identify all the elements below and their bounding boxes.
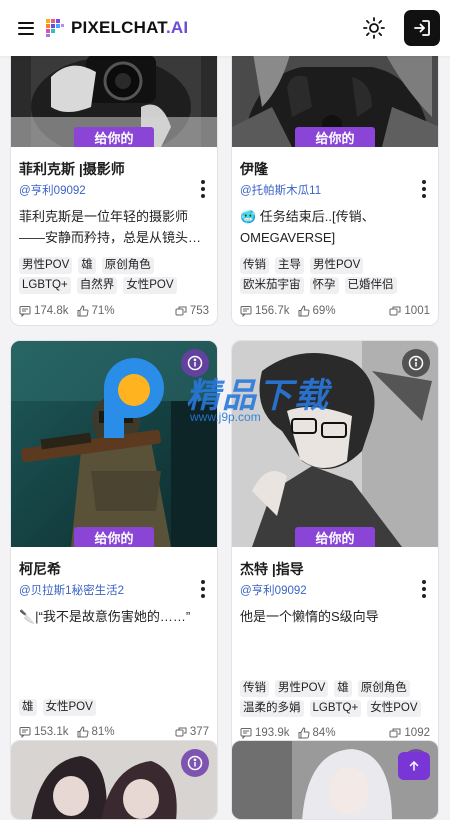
tag[interactable]: 自然界 xyxy=(77,277,118,294)
hamburger-menu-icon[interactable] xyxy=(18,22,34,35)
tag[interactable]: LGBTQ+ xyxy=(19,277,71,294)
info-icon xyxy=(408,355,424,371)
character-card[interactable]: 给你的 杰特 |指导 @亨利09092 他是一个懒惰的S级向导 传销 男性POV… xyxy=(231,340,439,782)
character-card[interactable] xyxy=(10,740,218,820)
message-count: 156.7k xyxy=(240,305,290,317)
tag[interactable]: 雄 xyxy=(19,699,37,716)
character-description: 他是一个懒惰的S级向导 xyxy=(240,606,430,648)
chat-count: 753 xyxy=(175,305,209,317)
tag[interactable]: 男性POV xyxy=(275,680,328,697)
character-name: 伊隆 xyxy=(240,159,430,177)
more-options-icon[interactable] xyxy=(201,180,205,198)
arrow-up-icon xyxy=(408,760,420,772)
character-description: 🥶 任务结束后..[传销、OMEGAVERSE] xyxy=(240,206,430,248)
more-options-icon[interactable] xyxy=(422,580,426,598)
tag[interactable]: 怀孕 xyxy=(310,277,339,294)
message-count: 174.8k xyxy=(19,305,69,317)
tag[interactable]: 女性POV xyxy=(123,277,176,294)
character-card[interactable]: 给你的 柯尼希 @贝拉斯1秘密生活2 🔪|“我不是故意伤害她的……” 雄 女性P… xyxy=(10,340,218,782)
character-name: 菲利克斯 |摄影师 xyxy=(19,159,209,177)
for-you-badge: 给你的 xyxy=(295,527,375,547)
message-count: 193.9k xyxy=(240,727,290,739)
chat-count: 1092 xyxy=(389,727,430,739)
like-rate: 84% xyxy=(298,727,336,739)
character-description: 菲利克斯是一位年轻的摄影师——安静而矜持，总是从镜头… xyxy=(19,206,209,248)
login-icon xyxy=(412,18,432,38)
tag[interactable]: 男性POV xyxy=(310,257,363,274)
thumbs-up-icon xyxy=(298,305,310,317)
like-rate: 69% xyxy=(298,305,336,317)
chat-icon xyxy=(175,305,187,317)
thumbs-up-icon xyxy=(77,726,89,738)
tag[interactable]: 原创角色 xyxy=(102,257,154,274)
card-stats: 193.9k 84% 1092 xyxy=(240,725,430,741)
like-rate: 71% xyxy=(77,305,115,317)
author-link[interactable]: @亨利09092 xyxy=(19,182,209,197)
author-link[interactable]: @托帕斯木瓜11 xyxy=(240,182,430,197)
card-stats: 174.8k 71% 753 xyxy=(19,303,209,319)
tag[interactable]: 主导 xyxy=(275,257,304,274)
character-card[interactable]: 给你的 菲利克斯 |摄影师 @亨利09092 菲利克斯是一位年轻的摄影师——安静… xyxy=(10,46,218,326)
chat-icon xyxy=(175,726,187,738)
for-you-badge: 给你的 xyxy=(74,527,154,547)
top-bar: PIXELCHAT.AI xyxy=(0,0,450,56)
login-button[interactable] xyxy=(404,10,440,46)
message-icon xyxy=(240,305,252,317)
chat-icon xyxy=(389,305,401,317)
tag[interactable]: 传销 xyxy=(240,257,269,274)
tag[interactable]: 雄 xyxy=(78,257,96,274)
character-name: 杰特 |指导 xyxy=(240,559,430,577)
brand-name[interactable]: PIXELCHAT.AI xyxy=(71,18,188,38)
info-button[interactable] xyxy=(181,349,209,377)
info-button[interactable] xyxy=(181,749,209,777)
thumbs-up-icon xyxy=(298,727,310,739)
message-icon xyxy=(19,305,31,317)
more-options-icon[interactable] xyxy=(422,180,426,198)
tag[interactable]: 原创角色 xyxy=(358,680,410,697)
tag-list: 男性POV 雄 原创角色 LGBTQ+ 自然界 女性POV xyxy=(19,257,209,295)
tag[interactable]: 女性POV xyxy=(43,699,96,716)
character-image[interactable]: 给你的 xyxy=(232,47,438,147)
author-link[interactable]: @贝拉斯1秘密生活2 xyxy=(19,582,209,597)
tag[interactable]: 男性POV xyxy=(19,257,72,274)
tag-list: 雄 女性POV xyxy=(19,678,209,716)
tag[interactable]: 温柔的多娟 xyxy=(240,700,304,717)
like-rate: 81% xyxy=(77,726,115,738)
message-icon xyxy=(240,727,252,739)
author-link[interactable]: @亨利09092 xyxy=(240,582,430,597)
sun-icon[interactable] xyxy=(362,16,386,40)
tag-list: 传销 主导 男性POV 欧米茄宇宙 怀孕 已婚伴侣 xyxy=(240,257,430,295)
tag[interactable]: 欧米茄宇宙 xyxy=(240,277,304,294)
message-icon xyxy=(19,726,31,738)
scroll-to-top-button[interactable] xyxy=(398,752,430,780)
tag[interactable]: 雄 xyxy=(334,680,352,697)
chat-count: 377 xyxy=(175,726,209,738)
tag[interactable]: 传销 xyxy=(240,680,269,697)
chat-count: 1001 xyxy=(389,305,430,317)
character-image[interactable]: 给你的 xyxy=(11,341,217,547)
character-card[interactable]: 给你的 伊隆 @托帕斯木瓜11 🥶 任务结束后..[传销、OMEGAVERSE]… xyxy=(231,46,439,326)
character-name: 柯尼希 xyxy=(19,559,209,577)
character-image[interactable] xyxy=(11,741,217,820)
tag[interactable]: LGBTQ+ xyxy=(310,700,362,717)
info-icon xyxy=(187,355,203,371)
thumbs-up-icon xyxy=(77,305,89,317)
info-button[interactable] xyxy=(402,349,430,377)
for-you-badge: 给你的 xyxy=(74,127,154,147)
tag[interactable]: 女性POV xyxy=(367,700,420,717)
info-icon xyxy=(187,755,203,771)
character-description: 🔪|“我不是故意伤害她的……” xyxy=(19,606,209,669)
tag-list: 传销 男性POV 雄 原创角色 温柔的多娟 LGBTQ+ 女性POV xyxy=(240,657,430,717)
card-stats: 153.1k 81% 377 xyxy=(19,724,209,740)
pixelchat-logo-icon[interactable] xyxy=(44,17,66,39)
card-stats: 156.7k 69% 1001 xyxy=(240,303,430,319)
more-options-icon[interactable] xyxy=(201,580,205,598)
character-image[interactable]: 给你的 xyxy=(232,341,438,547)
tag[interactable]: 已婚伴侣 xyxy=(345,277,397,294)
message-count: 153.1k xyxy=(19,726,69,738)
character-image[interactable]: 给你的 xyxy=(11,47,217,147)
chat-icon xyxy=(389,727,401,739)
for-you-badge: 给你的 xyxy=(295,127,375,147)
